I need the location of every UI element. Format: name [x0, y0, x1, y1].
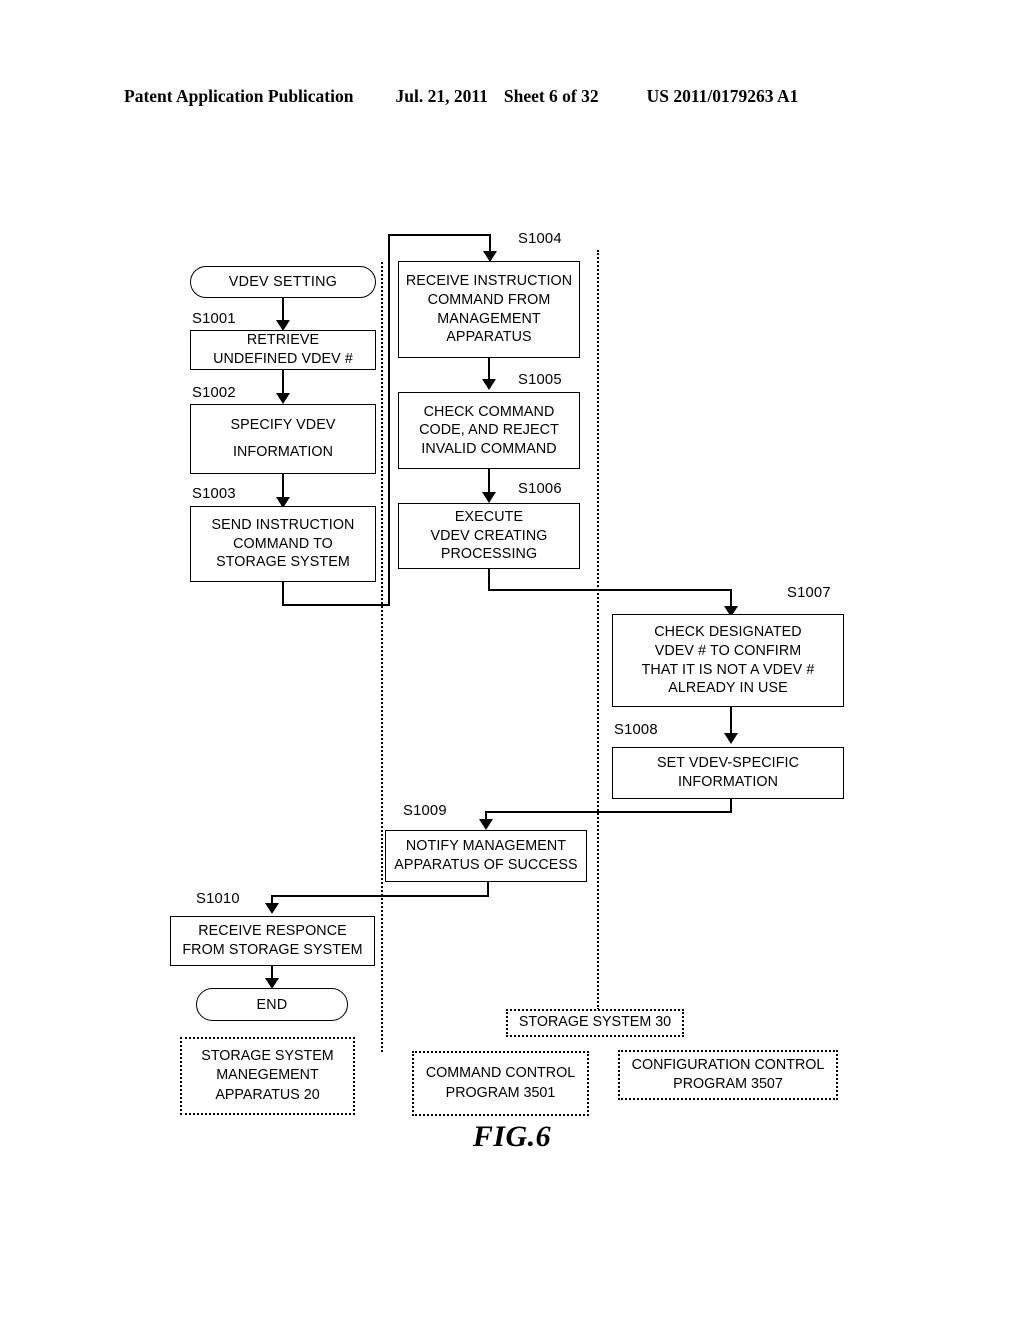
connector-s1003-right — [282, 604, 390, 606]
arrowhead-s1001-to-s1002 — [276, 393, 290, 404]
swimlane-divider-left — [381, 262, 383, 1052]
step-label-s1002: S1002 — [192, 385, 236, 401]
step-s1007-line-4: ALREADY IN USE — [668, 680, 788, 697]
legend-box-management-apparatus: STORAGE SYSTEM MANEGEMENT APPARATUS 20 — [180, 1037, 355, 1115]
step-box-s1002: SPECIFY VDEV INFORMATION — [190, 404, 376, 474]
step-label-s1001: S1001 — [192, 311, 236, 327]
step-s1004-line-3: MANAGEMENT — [437, 310, 541, 327]
step-s1003-line-2: COMMAND TO — [233, 535, 333, 552]
arrowhead-s1005-to-s1006 — [482, 492, 496, 503]
step-s1004-line-1: RECEIVE INSTRUCTION — [405, 273, 573, 290]
step-s1010-line-2: FROM STORAGE SYSTEM — [182, 942, 363, 958]
step-s1006-line-3: PROCESSING — [440, 546, 538, 563]
connector-s1003-down — [282, 582, 284, 606]
arrowhead-into-s1010 — [265, 903, 279, 914]
step-s1006-line-1: EXECUTE — [454, 509, 524, 526]
step-s1006-line-2: VDEV CREATING — [430, 527, 548, 544]
legend-box-configuration-control-program: CONFIGURATION CONTROL PROGRAM 3507 — [618, 1050, 838, 1100]
step-s1002-line-1: SPECIFY VDEV — [230, 416, 336, 433]
connector-s1003-up — [388, 234, 390, 606]
step-s1007-line-2: VDEV # TO CONFIRM — [654, 642, 802, 659]
step-s1004-line-4: APPARATUS — [446, 329, 532, 346]
legend-box-command-control-program: COMMAND CONTROL PROGRAM 3501 — [412, 1051, 589, 1116]
step-s1007-line-3: THAT IT IS NOT A VDEV # — [641, 661, 815, 678]
step-s1004-line-2: COMMAND FROM — [427, 291, 551, 308]
legend-box-storage-system: STORAGE SYSTEM 30 — [506, 1009, 684, 1037]
step-s1005-line-2: CODE, AND REJECT — [419, 422, 559, 439]
arrowhead-s1004-to-s1005 — [482, 379, 496, 390]
legend-management-apparatus-line-2: MANEGEMENT — [216, 1067, 319, 1084]
step-s1007-line-1: CHECK DESIGNATED — [654, 624, 802, 641]
legend-command-control-line-2: PROGRAM 3501 — [445, 1084, 556, 1101]
connector-s1006-down — [488, 569, 490, 591]
step-label-s1009: S1009 — [403, 803, 447, 819]
step-label-s1008: S1008 — [614, 722, 658, 738]
step-box-s1003: SEND INSTRUCTION COMMAND TO STORAGE SYST… — [190, 506, 376, 582]
step-box-s1010: RECEIVE RESPONCE FROM STORAGE SYSTEM — [170, 916, 375, 966]
step-s1008-line-1: SET VDEV-SPECIFIC — [656, 755, 800, 772]
step-label-s1010: S1010 — [196, 891, 240, 907]
figure-caption: FIG.6 — [472, 1120, 552, 1153]
step-box-s1009: NOTIFY MANAGEMENT APPARATUS OF SUCCESS — [385, 830, 587, 882]
end-terminator-label: END — [256, 996, 288, 1013]
arrowhead-into-s1009 — [479, 819, 493, 830]
start-terminator: VDEV SETTING — [190, 266, 376, 298]
step-label-s1003: S1003 — [192, 486, 236, 502]
legend-management-apparatus-line-3: APPARATUS 20 — [215, 1086, 320, 1103]
step-s1003-line-1: SEND INSTRUCTION — [211, 517, 355, 534]
step-s1009-line-1: NOTIFY MANAGEMENT — [405, 838, 567, 855]
arrowhead-s1007-to-s1008 — [724, 733, 738, 744]
step-s1008-line-2: INFORMATION — [677, 774, 779, 790]
connector-to-s1004 — [388, 234, 491, 236]
step-box-s1006: EXECUTE VDEV CREATING PROCESSING — [398, 503, 580, 569]
swimlane-divider-right — [597, 250, 599, 1010]
legend-configuration-control-line-2: PROGRAM 3507 — [673, 1076, 783, 1092]
step-box-s1001: RETRIEVE UNDEFINED VDEV # — [190, 330, 376, 370]
step-label-s1007: S1007 — [787, 585, 831, 601]
step-s1010-line-1: RECEIVE RESPONCE — [198, 923, 347, 940]
step-label-s1004: S1004 — [518, 231, 562, 247]
connector-s1006-right — [488, 589, 732, 591]
step-box-s1005: CHECK COMMAND CODE, AND REJECT INVALID C… — [398, 392, 580, 469]
step-label-s1006: S1006 — [518, 481, 562, 497]
connector-s1008-left — [485, 811, 732, 813]
step-s1002-line-2: INFORMATION — [232, 444, 334, 461]
step-label-s1005: S1005 — [518, 372, 562, 388]
step-box-s1004: RECEIVE INSTRUCTION COMMAND FROM MANAGEM… — [398, 261, 580, 358]
step-box-s1007: CHECK DESIGNATED VDEV # TO CONFIRM THAT … — [612, 614, 844, 707]
step-s1009-line-2: APPARATUS OF SUCCESS — [394, 857, 578, 873]
legend-configuration-control-line-1: CONFIGURATION CONTROL — [631, 1056, 825, 1073]
step-s1001-line-1: RETRIEVE — [246, 332, 320, 349]
step-s1001-line-2: UNDEFINED VDEV # — [213, 351, 353, 367]
connector-s1009-left — [271, 895, 489, 897]
step-s1005-line-1: CHECK COMMAND — [423, 403, 555, 420]
legend-command-control-line-1: COMMAND CONTROL — [425, 1065, 576, 1082]
step-s1005-line-3: INVALID COMMAND — [421, 440, 557, 457]
end-terminator: END — [196, 988, 348, 1021]
step-s1003-line-3: STORAGE SYSTEM — [216, 554, 350, 571]
step-box-s1008: SET VDEV-SPECIFIC INFORMATION — [612, 747, 844, 799]
legend-management-apparatus-line-1: STORAGE SYSTEM — [201, 1048, 334, 1065]
legend-storage-system-line-1: STORAGE SYSTEM 30 — [518, 1014, 672, 1031]
start-terminator-label: VDEV SETTING — [228, 274, 338, 290]
